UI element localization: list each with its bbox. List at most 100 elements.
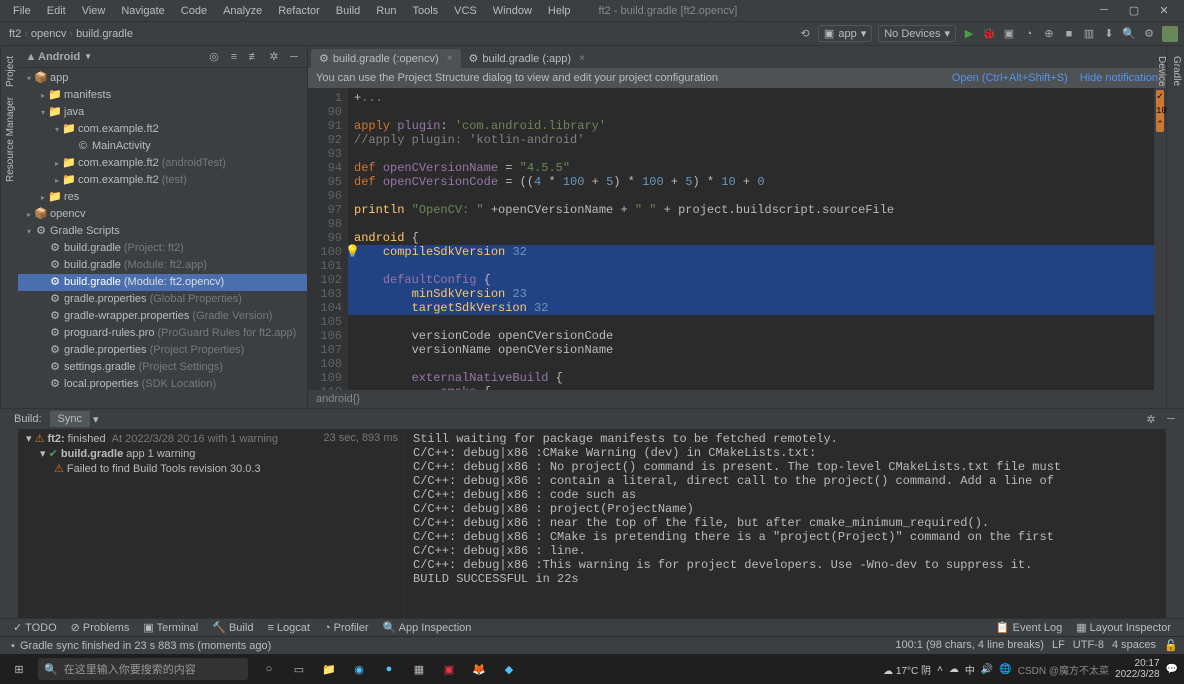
android-studio-icon[interactable]: ◆: [494, 654, 524, 684]
close-tab-icon[interactable]: ×: [447, 53, 453, 64]
tree-node[interactable]: ⚙local.properties(SDK Location): [18, 376, 307, 393]
run-button[interactable]: ▶: [962, 27, 976, 41]
close-button[interactable]: ✕: [1149, 4, 1179, 17]
menu-run[interactable]: Run: [368, 2, 404, 20]
stop-button[interactable]: ■: [1062, 27, 1076, 41]
tree-node[interactable]: ▾📁java: [18, 104, 307, 121]
network-icon[interactable]: 🌐: [999, 664, 1011, 675]
breadcrumb-item[interactable]: build.gradle: [73, 28, 136, 40]
menu-code[interactable]: Code: [173, 2, 215, 20]
tool-app-inspection[interactable]: 🔍 App Inspection: [376, 621, 479, 634]
tree-node[interactable]: ▸📁com.example.ft2(androidTest): [18, 155, 307, 172]
collapse-icon[interactable]: ≢: [247, 50, 261, 64]
explorer-icon[interactable]: 📁: [314, 654, 344, 684]
tree-node[interactable]: ▾⚙Gradle Scripts: [18, 223, 307, 240]
code-area[interactable]: 1909192939495969798991001011021031041051…: [308, 88, 1166, 390]
indent-setting[interactable]: 4 spaces: [1112, 639, 1156, 653]
breadcrumb-item[interactable]: opencv: [28, 28, 69, 40]
build-event[interactable]: ▾ ✔ build.gradle app 1 warning: [4, 447, 400, 462]
settings-button[interactable]: ⚙: [1142, 27, 1156, 41]
menu-refactor[interactable]: Refactor: [270, 2, 328, 20]
tool-layout-inspector[interactable]: ▦ Layout Inspector: [1069, 621, 1178, 634]
tree-node[interactable]: ⚙gradle-wrapper.properties(Gradle Versio…: [18, 308, 307, 325]
close-tab-icon[interactable]: ×: [579, 53, 585, 64]
tool-build[interactable]: 🔨 Build: [205, 621, 260, 634]
tree-node[interactable]: ▸📁res: [18, 189, 307, 206]
edge-icon[interactable]: ◉: [344, 654, 374, 684]
taskbar-clock[interactable]: 20:172022/3/28: [1115, 658, 1160, 680]
taskview-icon[interactable]: ▭: [284, 654, 314, 684]
project-tab[interactable]: Project: [1, 51, 18, 92]
menu-help[interactable]: Help: [540, 2, 579, 20]
status-icon[interactable]: ▪: [6, 639, 20, 653]
editor-tab[interactable]: ⚙build.gradle (:opencv)×: [311, 49, 461, 68]
gradle-tab[interactable]: Gradle: [1169, 51, 1184, 403]
coverage-button[interactable]: ▣: [1002, 27, 1016, 41]
device-selector[interactable]: No Devices ▾: [878, 25, 956, 42]
build-hide-icon[interactable]: ─: [1164, 412, 1178, 426]
debug-button[interactable]: 🐞: [982, 27, 996, 41]
maximize-button[interactable]: ▢: [1119, 4, 1149, 17]
breadcrumb-bar[interactable]: android{}: [308, 390, 1166, 408]
menu-build[interactable]: Build: [328, 2, 368, 20]
search-everywhere-button[interactable]: 🔍: [1122, 27, 1136, 41]
menu-navigate[interactable]: Navigate: [113, 2, 172, 20]
gear-icon[interactable]: ✲: [267, 50, 281, 64]
taskbar-search[interactable]: 🔍 在这里输入你要搜索的内容: [38, 658, 248, 680]
start-button[interactable]: ⊞: [0, 654, 38, 684]
locate-icon[interactable]: ◎: [207, 50, 221, 64]
line-separator[interactable]: LF: [1052, 639, 1065, 653]
notice-open-link[interactable]: Open (Ctrl+Alt+Shift+S): [952, 72, 1068, 84]
project-tree[interactable]: ▾📦app▸📁manifests▾📁java▾📁com.example.ft2©…: [18, 68, 307, 408]
hide-icon[interactable]: ─: [287, 50, 301, 64]
avatar-icon[interactable]: [1162, 26, 1178, 42]
ime-icon[interactable]: 中: [965, 662, 975, 677]
avd-button[interactable]: ▥: [1082, 27, 1096, 41]
menu-tools[interactable]: Tools: [404, 2, 446, 20]
tool-problems[interactable]: ⊘ Problems: [64, 621, 137, 634]
weather-widget[interactable]: ☁ 17°C 阴: [883, 662, 931, 677]
tool-terminal[interactable]: ▣ Terminal: [136, 621, 205, 634]
app-icon-2[interactable]: ▣: [434, 654, 464, 684]
tool-todo[interactable]: ✓ TODO: [6, 621, 64, 634]
tree-node[interactable]: ⚙gradle.properties(Project Properties): [18, 342, 307, 359]
firefox-icon[interactable]: 🦊: [464, 654, 494, 684]
tree-node[interactable]: ▸📦opencv: [18, 206, 307, 223]
app-icon-1[interactable]: ▦: [404, 654, 434, 684]
resource-manager-tab[interactable]: Resource Manager: [1, 92, 18, 187]
minimize-button[interactable]: ─: [1089, 4, 1119, 17]
tree-node[interactable]: ©MainActivity: [18, 138, 307, 155]
build-event[interactable]: ⚠ Failed to find Build Tools revision 30…: [4, 462, 400, 477]
tool-event-log[interactable]: 📋 Event Log: [989, 621, 1069, 634]
tree-node[interactable]: ⚙gradle.properties(Global Properties): [18, 291, 307, 308]
onedrive-icon[interactable]: ☁: [949, 664, 959, 675]
tree-node[interactable]: ⚙proguard-rules.pro(ProGuard Rules for f…: [18, 325, 307, 342]
tool-profiler[interactable]: ◔ Profiler: [317, 622, 376, 634]
menu-window[interactable]: Window: [485, 2, 540, 20]
run-config-selector[interactable]: ▣ app ▾: [818, 25, 872, 42]
caret-position[interactable]: 100:1 (98 chars, 4 line breaks): [895, 639, 1044, 653]
tree-node[interactable]: ⚙settings.gradle(Project Settings): [18, 359, 307, 376]
build-events-tree[interactable]: ▾ ⚠ ft2: finished At 2022/3/28 20:16 wit…: [0, 429, 405, 618]
profile-button[interactable]: ◔: [1022, 27, 1036, 41]
menu-edit[interactable]: Edit: [39, 2, 74, 20]
browser-icon[interactable]: ●: [374, 654, 404, 684]
tree-node[interactable]: ⚙build.gradle(Module: ft2.opencv): [18, 274, 307, 291]
tree-node[interactable]: ▾📦app: [18, 70, 307, 87]
tray-chevron[interactable]: ˄: [937, 664, 943, 675]
build-output[interactable]: Still waiting for package manifests to b…: [405, 429, 1166, 618]
tree-node[interactable]: ⚙build.gradle(Project: ft2): [18, 240, 307, 257]
sync-icon[interactable]: ⟲: [798, 27, 812, 41]
error-stripe[interactable]: ✓ 10 ⌃: [1154, 88, 1166, 390]
notifications-icon[interactable]: 💬: [1166, 664, 1178, 675]
menu-file[interactable]: File: [5, 2, 39, 20]
tree-node[interactable]: ▸📁com.example.ft2(test): [18, 172, 307, 189]
tree-node[interactable]: ⚙build.gradle(Module: ft2.app): [18, 257, 307, 274]
editor-tab[interactable]: ⚙build.gradle (:app)×: [461, 49, 593, 68]
menu-vcs[interactable]: VCS: [446, 2, 485, 20]
menu-analyze[interactable]: Analyze: [215, 2, 270, 20]
build-settings-icon[interactable]: ✲: [1144, 412, 1158, 426]
expand-icon[interactable]: ≡: [227, 50, 241, 64]
sdk-button[interactable]: ⬇: [1102, 27, 1116, 41]
readonly-toggle[interactable]: 🔓: [1164, 639, 1178, 653]
